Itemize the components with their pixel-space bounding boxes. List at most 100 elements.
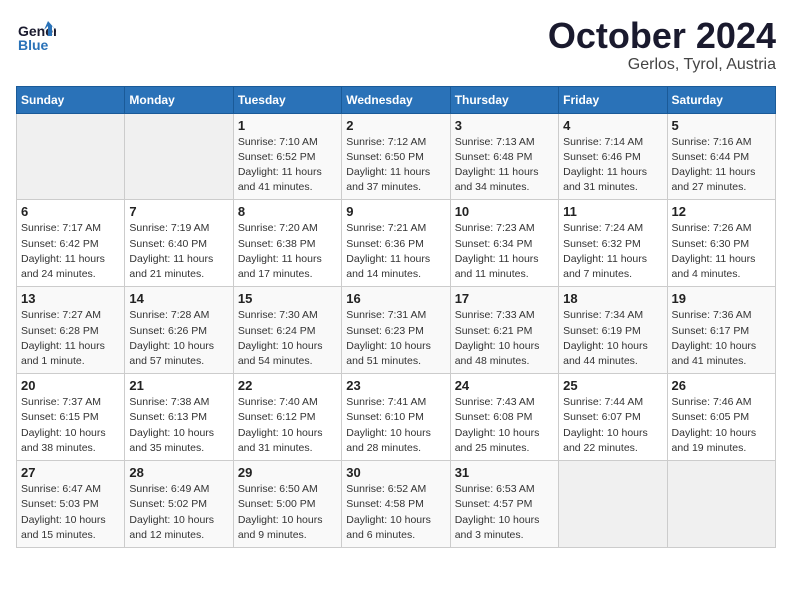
day-detail: Sunrise: 7:27 AMSunset: 6:28 PMDaylight:… bbox=[21, 308, 120, 369]
day-detail: Sunrise: 7:20 AMSunset: 6:38 PMDaylight:… bbox=[238, 221, 337, 282]
day-number: 10 bbox=[455, 204, 554, 219]
day-number: 31 bbox=[455, 465, 554, 480]
header-cell-wednesday: Wednesday bbox=[342, 86, 450, 113]
day-cell: 27Sunrise: 6:47 AMSunset: 5:03 PMDayligh… bbox=[17, 461, 125, 548]
day-cell bbox=[17, 113, 125, 200]
day-detail: Sunrise: 7:38 AMSunset: 6:13 PMDaylight:… bbox=[129, 395, 228, 456]
day-detail: Sunrise: 6:52 AMSunset: 4:58 PMDaylight:… bbox=[346, 482, 445, 543]
header-cell-thursday: Thursday bbox=[450, 86, 558, 113]
day-number: 27 bbox=[21, 465, 120, 480]
day-cell bbox=[667, 461, 775, 548]
day-number: 28 bbox=[129, 465, 228, 480]
page-header: General Blue October 2024 Gerlos, Tyrol,… bbox=[16, 16, 776, 74]
month-title: October 2024 bbox=[548, 16, 776, 56]
day-number: 5 bbox=[672, 118, 771, 133]
day-detail: Sunrise: 7:34 AMSunset: 6:19 PMDaylight:… bbox=[563, 308, 662, 369]
day-number: 15 bbox=[238, 291, 337, 306]
day-detail: Sunrise: 7:30 AMSunset: 6:24 PMDaylight:… bbox=[238, 308, 337, 369]
location: Gerlos, Tyrol, Austria bbox=[548, 56, 776, 74]
day-cell: 26 Sunrise: 7:46 AMSunset: 6:05 PMDayligh… bbox=[667, 374, 775, 461]
day-detail: Sunrise: 7:43 AMSunset: 6:08 PMDaylight:… bbox=[455, 395, 554, 456]
day-cell: 10 Sunrise: 7:23 AMSunset: 6:34 PMDayligh… bbox=[450, 200, 558, 287]
day-cell: 7 Sunrise: 7:19 AMSunset: 6:40 PMDaylight… bbox=[125, 200, 233, 287]
day-cell: 18 Sunrise: 7:34 AMSunset: 6:19 PMDayligh… bbox=[559, 287, 667, 374]
week-row-3: 13 Sunrise: 7:27 AMSunset: 6:28 PMDayligh… bbox=[17, 287, 776, 374]
day-number: 21 bbox=[129, 378, 228, 393]
day-number: 26 bbox=[672, 378, 771, 393]
day-cell: 11 Sunrise: 7:24 AMSunset: 6:32 PMDayligh… bbox=[559, 200, 667, 287]
day-cell: 13 Sunrise: 7:27 AMSunset: 6:28 PMDayligh… bbox=[17, 287, 125, 374]
logo: General Blue bbox=[16, 16, 56, 61]
day-cell: 24 Sunrise: 7:43 AMSunset: 6:08 PMDayligh… bbox=[450, 374, 558, 461]
day-detail: Sunrise: 6:49 AMSunset: 5:02 PMDaylight:… bbox=[129, 482, 228, 543]
day-detail: Sunrise: 7:13 AMSunset: 6:48 PMDaylight:… bbox=[455, 135, 554, 196]
day-number: 30 bbox=[346, 465, 445, 480]
day-cell: 22 Sunrise: 7:40 AMSunset: 6:12 PMDayligh… bbox=[233, 374, 341, 461]
day-cell: 17Sunrise: 7:33 AMSunset: 6:21 PMDayligh… bbox=[450, 287, 558, 374]
day-number: 7 bbox=[129, 204, 228, 219]
day-number: 25 bbox=[563, 378, 662, 393]
day-detail: Sunrise: 7:41 AMSunset: 6:10 PMDaylight:… bbox=[346, 395, 445, 456]
header-cell-sunday: Sunday bbox=[17, 86, 125, 113]
day-cell: 29Sunrise: 6:50 AMSunset: 5:00 PMDayligh… bbox=[233, 461, 341, 548]
day-number: 9 bbox=[346, 204, 445, 219]
week-row-4: 20Sunrise: 7:37 AMSunset: 6:15 PMDayligh… bbox=[17, 374, 776, 461]
day-detail: Sunrise: 7:46 AMSunset: 6:05 PMDaylight:… bbox=[672, 395, 771, 456]
svg-text:Blue: Blue bbox=[18, 37, 49, 53]
day-number: 6 bbox=[21, 204, 120, 219]
day-cell: 31 Sunrise: 6:53 AMSunset: 4:57 PMDayligh… bbox=[450, 461, 558, 548]
day-cell: 12Sunrise: 7:26 AMSunset: 6:30 PMDayligh… bbox=[667, 200, 775, 287]
day-cell: 16Sunrise: 7:31 AMSunset: 6:23 PMDayligh… bbox=[342, 287, 450, 374]
day-detail: Sunrise: 7:17 AMSunset: 6:42 PMDaylight:… bbox=[21, 221, 120, 282]
day-detail: Sunrise: 7:37 AMSunset: 6:15 PMDaylight:… bbox=[21, 395, 120, 456]
day-cell: 9Sunrise: 7:21 AMSunset: 6:36 PMDaylight… bbox=[342, 200, 450, 287]
day-cell bbox=[125, 113, 233, 200]
day-cell: 6 Sunrise: 7:17 AMSunset: 6:42 PMDaylight… bbox=[17, 200, 125, 287]
day-number: 13 bbox=[21, 291, 120, 306]
day-detail: Sunrise: 7:14 AMSunset: 6:46 PMDaylight:… bbox=[563, 135, 662, 196]
day-detail: Sunrise: 7:36 AMSunset: 6:17 PMDaylight:… bbox=[672, 308, 771, 369]
day-cell: 25 Sunrise: 7:44 AMSunset: 6:07 PMDayligh… bbox=[559, 374, 667, 461]
day-cell: 14Sunrise: 7:28 AMSunset: 6:26 PMDayligh… bbox=[125, 287, 233, 374]
day-detail: Sunrise: 7:12 AMSunset: 6:50 PMDaylight:… bbox=[346, 135, 445, 196]
day-cell: 20Sunrise: 7:37 AMSunset: 6:15 PMDayligh… bbox=[17, 374, 125, 461]
day-number: 14 bbox=[129, 291, 228, 306]
day-number: 19 bbox=[672, 291, 771, 306]
day-cell: 8Sunrise: 7:20 AMSunset: 6:38 PMDaylight… bbox=[233, 200, 341, 287]
day-detail: Sunrise: 7:23 AMSunset: 6:34 PMDaylight:… bbox=[455, 221, 554, 282]
day-detail: Sunrise: 7:26 AMSunset: 6:30 PMDaylight:… bbox=[672, 221, 771, 282]
day-detail: Sunrise: 7:10 AMSunset: 6:52 PMDaylight:… bbox=[238, 135, 337, 196]
day-number: 16 bbox=[346, 291, 445, 306]
day-cell: 21 Sunrise: 7:38 AMSunset: 6:13 PMDayligh… bbox=[125, 374, 233, 461]
day-detail: Sunrise: 7:44 AMSunset: 6:07 PMDaylight:… bbox=[563, 395, 662, 456]
day-number: 2 bbox=[346, 118, 445, 133]
header-cell-tuesday: Tuesday bbox=[233, 86, 341, 113]
day-cell bbox=[559, 461, 667, 548]
day-detail: Sunrise: 7:16 AMSunset: 6:44 PMDaylight:… bbox=[672, 135, 771, 196]
day-number: 3 bbox=[455, 118, 554, 133]
header-cell-friday: Friday bbox=[559, 86, 667, 113]
day-cell: 5 Sunrise: 7:16 AMSunset: 6:44 PMDaylight… bbox=[667, 113, 775, 200]
title-block: October 2024 Gerlos, Tyrol, Austria bbox=[548, 16, 776, 74]
day-cell: 1 Sunrise: 7:10 AMSunset: 6:52 PMDaylight… bbox=[233, 113, 341, 200]
week-row-1: 1 Sunrise: 7:10 AMSunset: 6:52 PMDaylight… bbox=[17, 113, 776, 200]
header-cell-saturday: Saturday bbox=[667, 86, 775, 113]
day-number: 18 bbox=[563, 291, 662, 306]
day-number: 1 bbox=[238, 118, 337, 133]
day-number: 11 bbox=[563, 204, 662, 219]
day-number: 23 bbox=[346, 378, 445, 393]
week-row-5: 27Sunrise: 6:47 AMSunset: 5:03 PMDayligh… bbox=[17, 461, 776, 548]
calendar-body: 1 Sunrise: 7:10 AMSunset: 6:52 PMDaylight… bbox=[17, 113, 776, 547]
day-detail: Sunrise: 6:53 AMSunset: 4:57 PMDaylight:… bbox=[455, 482, 554, 543]
day-cell: 3 Sunrise: 7:13 AMSunset: 6:48 PMDaylight… bbox=[450, 113, 558, 200]
day-cell: 30 Sunrise: 6:52 AMSunset: 4:58 PMDayligh… bbox=[342, 461, 450, 548]
header-row: SundayMondayTuesdayWednesdayThursdayFrid… bbox=[17, 86, 776, 113]
day-number: 24 bbox=[455, 378, 554, 393]
day-cell: 4Sunrise: 7:14 AMSunset: 6:46 PMDaylight… bbox=[559, 113, 667, 200]
day-detail: Sunrise: 7:24 AMSunset: 6:32 PMDaylight:… bbox=[563, 221, 662, 282]
day-cell: 28 Sunrise: 6:49 AMSunset: 5:02 PMDayligh… bbox=[125, 461, 233, 548]
day-detail: Sunrise: 7:40 AMSunset: 6:12 PMDaylight:… bbox=[238, 395, 337, 456]
day-number: 22 bbox=[238, 378, 337, 393]
day-detail: Sunrise: 7:19 AMSunset: 6:40 PMDaylight:… bbox=[129, 221, 228, 282]
day-cell: 2 Sunrise: 7:12 AMSunset: 6:50 PMDaylight… bbox=[342, 113, 450, 200]
